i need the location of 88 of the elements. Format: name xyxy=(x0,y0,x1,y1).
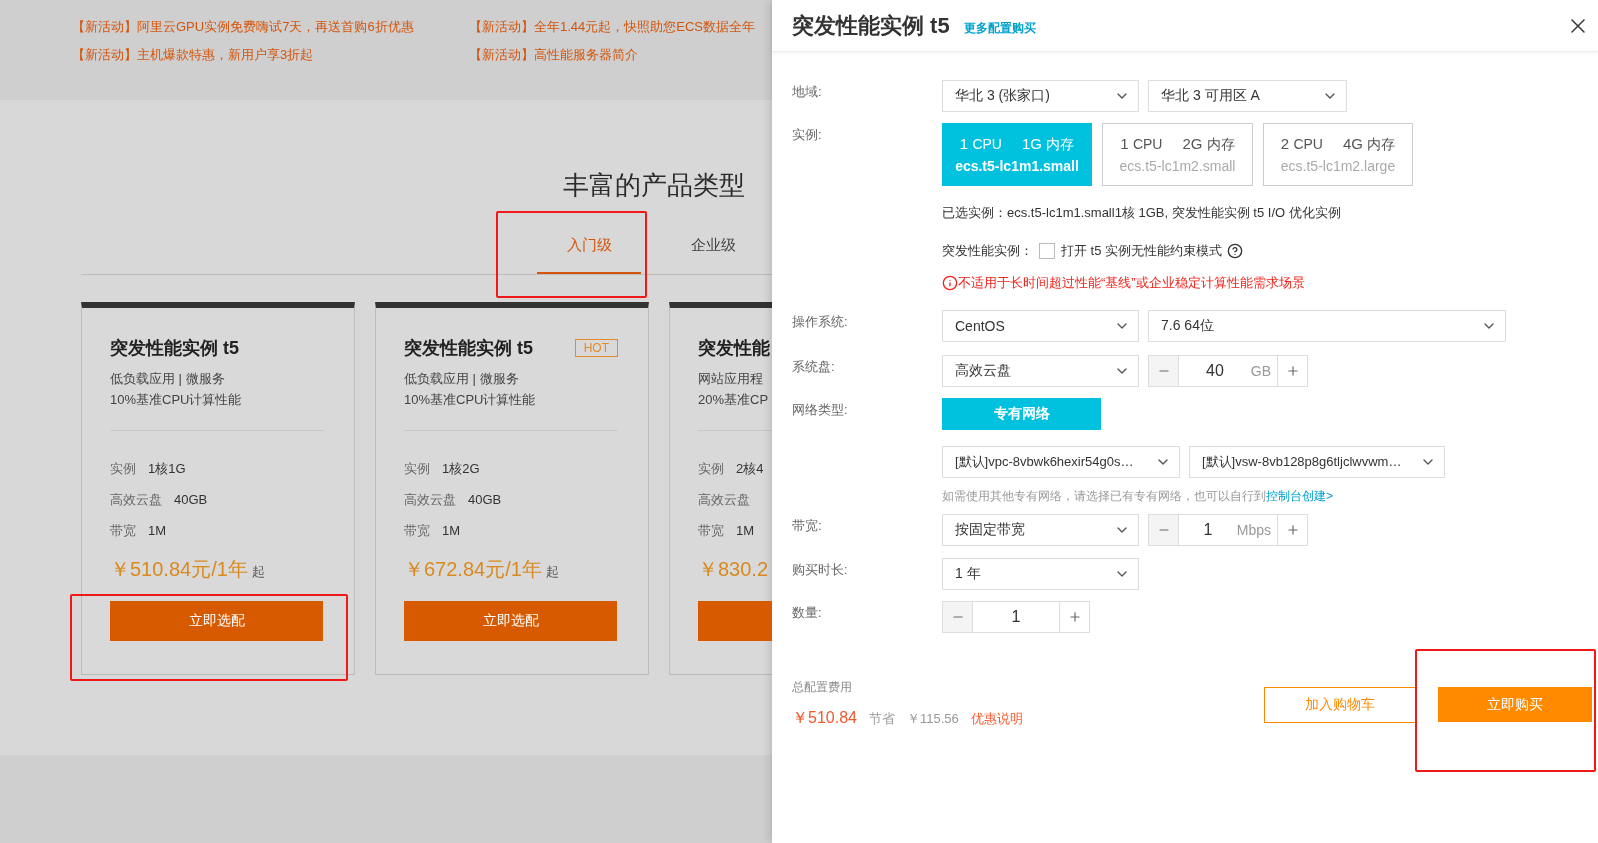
memory-spec: 2G 内存 xyxy=(1182,135,1235,154)
select-field[interactable]: [默认]vpc-8vbwk6hexir54g0s… xyxy=(942,446,1180,478)
card-title: 突发性能 xyxy=(698,337,770,360)
field-label: 带宽: xyxy=(792,517,823,535)
spec-value: 1M xyxy=(442,522,461,540)
savings-label: 节省 xyxy=(868,710,895,728)
spec-label: 带宽 xyxy=(698,522,724,540)
memory-spec: 1G 内存 xyxy=(1021,135,1075,154)
price-suffix: 起 xyxy=(545,563,559,581)
spec-value: 2核4 xyxy=(736,460,764,478)
spec-value: 1核1G xyxy=(148,460,186,478)
spec-label: 实例 xyxy=(698,460,724,478)
select-field[interactable]: 华北 3 可用区 A xyxy=(1148,80,1347,112)
spec-value: 40GB xyxy=(174,491,208,509)
spec-value: 1核2G xyxy=(442,460,480,478)
field-label: 系统盘: xyxy=(792,358,836,376)
spec-label: 实例 xyxy=(110,460,136,478)
card-description: 网站应用程 xyxy=(698,370,764,388)
select-field[interactable]: 按固定带宽 xyxy=(942,514,1139,546)
number-stepper[interactable]: 1 xyxy=(942,601,1090,633)
minus-icon[interactable] xyxy=(1149,356,1179,386)
spec-label: 高效云盘 xyxy=(110,491,162,509)
field-label: 购买时长: xyxy=(792,561,849,579)
checkbox[interactable] xyxy=(1039,243,1055,259)
spec-value: 1M xyxy=(148,522,167,540)
select-field[interactable]: [默认]vsw-8vb128p8g6tljclwvwm… xyxy=(1189,446,1445,478)
number-value: 1 xyxy=(1202,521,1214,539)
select-field[interactable]: 高效云盘 xyxy=(942,355,1139,387)
spec-label: 带宽 xyxy=(110,522,136,540)
instance-option[interactable]: 2 CPU 4G 内存 ecs.t5-lc1m2.large xyxy=(1263,123,1413,186)
field-label: 实例: xyxy=(792,126,823,144)
card-description: 10%基准CPU计算性能 xyxy=(110,391,243,409)
field-label: 网络类型: xyxy=(792,401,849,419)
number-stepper[interactable]: 40 GB xyxy=(1148,355,1308,387)
field-label: 数量: xyxy=(792,604,823,622)
instance-option[interactable]: 1 CPU 2G 内存 ecs.t5-lc1m2.small xyxy=(1102,123,1253,186)
unit-label: GB xyxy=(1250,363,1272,379)
warning-icon xyxy=(942,275,958,291)
instance-type: ecs.t5-lc1m2.large xyxy=(1280,158,1396,174)
total-label: 总配置费用 xyxy=(792,679,853,696)
select-config-button[interactable]: 立即选配 xyxy=(110,601,323,641)
card-title: 突发性能实例 t5 xyxy=(404,337,533,360)
card-description: 20%基准CP xyxy=(698,391,770,409)
hot-badge: HOT xyxy=(574,339,618,357)
total-price: ￥510.84 xyxy=(792,708,857,728)
select-field[interactable]: 1 年 xyxy=(942,558,1139,590)
tab[interactable]: 企业级 xyxy=(661,234,765,274)
card-description: 10%基准CPU计算性能 xyxy=(404,391,537,409)
spec-label: 高效云盘 xyxy=(698,491,750,509)
cpu-spec: 1 CPU xyxy=(1120,135,1163,154)
price-suffix: 起 xyxy=(251,563,265,581)
spec-value: 1M xyxy=(736,522,755,540)
drawer-title: 突发性能实例 t5 xyxy=(792,11,950,40)
minus-icon[interactable] xyxy=(1149,515,1179,545)
instance-type: ecs.t5-lc1m2.small xyxy=(1119,158,1236,174)
instance-type: ecs.t5-lc1m1.small xyxy=(955,158,1079,174)
section-title: 丰富的产品类型 xyxy=(562,170,746,200)
cpu-spec: 1 CPU xyxy=(959,135,1002,154)
select-field[interactable]: 7.6 64位 xyxy=(1148,310,1506,342)
savings-amount: ￥115.56 xyxy=(906,710,959,728)
spec-label: 带宽 xyxy=(404,522,430,540)
card-price: ￥672.84元/1年 xyxy=(404,557,542,582)
warning-text: 不适用于长时间超过性能“基线”或企业稳定计算性能需求场景 xyxy=(958,274,1305,292)
spec-value: 40GB xyxy=(468,491,502,509)
card-description: 低负载应用 | 微服务 xyxy=(110,370,226,388)
field-label: 地域: xyxy=(792,83,823,101)
spec-label: 高效云盘 xyxy=(404,491,456,509)
card-price: ￥830.2 xyxy=(698,557,769,582)
number-value: 1 xyxy=(1010,608,1022,626)
network-hint: 如需使用其他专有网络，请选择已有专有网络，也可以自行到控制台创建> xyxy=(942,488,1333,505)
spec-label: 实例 xyxy=(404,460,430,478)
select-field[interactable]: 华北 3 (张家口) xyxy=(942,80,1139,112)
number-value: 40 xyxy=(1205,362,1225,380)
help-icon[interactable] xyxy=(1227,243,1244,259)
memory-spec: 4G 内存 xyxy=(1342,135,1396,154)
select-config-button[interactable]: 立即选配 xyxy=(404,601,617,641)
card-description: 低负载应用 | 微服务 xyxy=(404,370,520,388)
checkbox-label: 打开 t5 实例无性能约束模式 xyxy=(1061,242,1223,260)
unit-label: Mbps xyxy=(1236,522,1272,538)
option-label: 突发性能实例： xyxy=(942,242,1033,260)
card-title: 突发性能实例 t5 xyxy=(110,337,239,360)
cpu-spec: 2 CPU xyxy=(1280,135,1323,154)
select-field[interactable]: CentOS xyxy=(942,310,1139,342)
selected-instance-info: 已选实例：ecs.t5-lc1m1.small1核 1GB, 突发性能实例 t5 I/O 优化实例 xyxy=(942,204,1341,222)
number-stepper[interactable]: 1 Mbps xyxy=(1148,514,1308,546)
field-label: 操作系统: xyxy=(792,313,849,331)
card-price: ￥510.84元/1年 xyxy=(110,557,248,582)
minus-icon[interactable] xyxy=(943,602,973,632)
